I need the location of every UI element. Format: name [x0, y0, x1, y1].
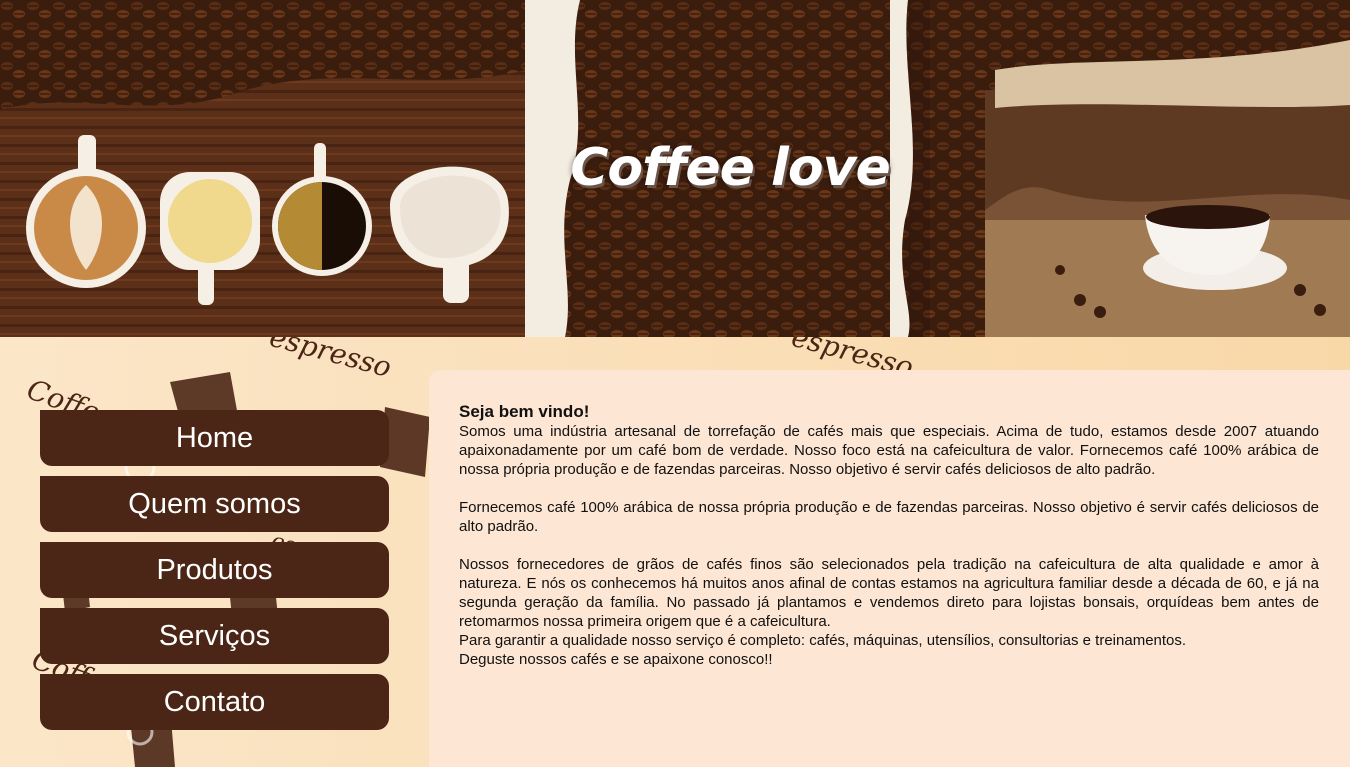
quality-paragraph: Para garantir a qualidade nosso serviço … [459, 632, 1187, 649]
nav-item-quem-somos[interactable]: Quem somos [40, 476, 389, 532]
nav-item-servicos[interactable]: Serviços [40, 608, 389, 664]
main-navigation: Home Quem somos Produtos Serviços Contat… [40, 410, 389, 730]
header-banner: Coffee love [0, 0, 1350, 337]
arabica-paragraph: Fornecemos café 100% arábica de nossa pr… [459, 499, 1319, 535]
suppliers-paragraph: Nossos fornecedores de grãos de cafés fi… [459, 556, 1319, 630]
pattern-word-espresso-1: espresso [266, 337, 395, 384]
nav-item-label: Produtos [156, 553, 273, 586]
welcome-heading: Seja bem vindo! [459, 402, 590, 421]
intro-paragraph: Somos uma indústria artesanal de torrefa… [459, 423, 1319, 478]
banner-title: Coffee love [570, 138, 890, 198]
closing-paragraph: Deguste nossos cafés e se apaixone conos… [459, 651, 773, 668]
nav-item-label: Home [175, 421, 254, 454]
nav-item-label: Contato [163, 685, 266, 718]
nav-item-produtos[interactable]: Produtos [40, 542, 389, 598]
nav-item-home[interactable]: Home [40, 410, 389, 466]
nav-item-contato[interactable]: Contato [40, 674, 389, 730]
content-panel: Seja bem vindo! Somos uma indústria arte… [429, 370, 1350, 767]
nav-item-label: Quem somos [128, 487, 301, 520]
nav-item-label: Serviços [158, 619, 271, 652]
